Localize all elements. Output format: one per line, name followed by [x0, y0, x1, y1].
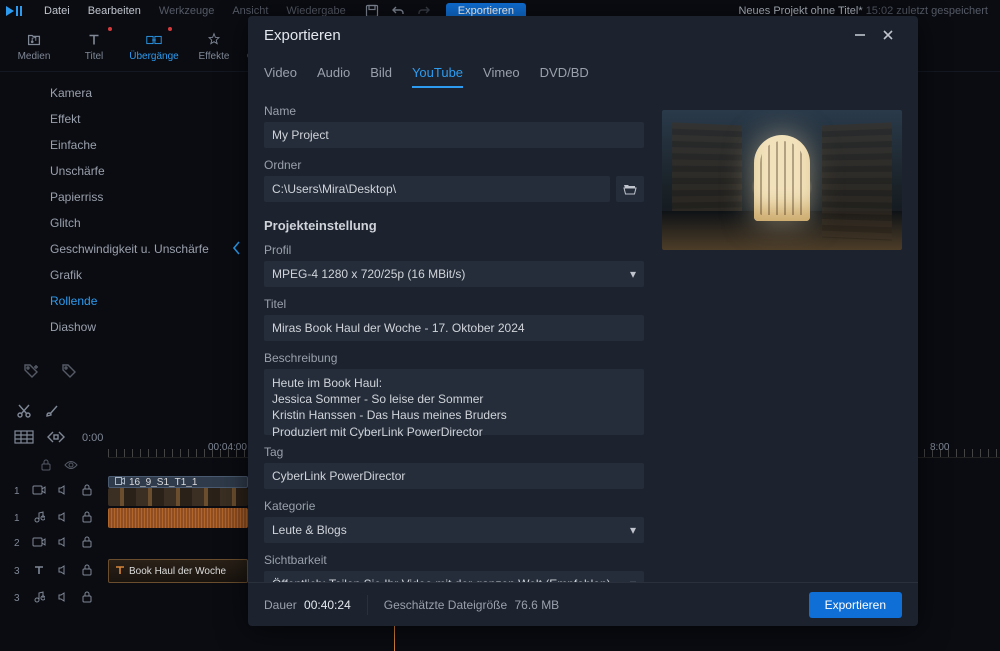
title-input[interactable]: Miras Book Haul der Woche - 17. Oktober …: [264, 315, 644, 341]
category-select[interactable]: Leute & Blogs ▾: [264, 517, 644, 543]
export-button[interactable]: Exportieren: [809, 592, 902, 618]
chevron-down-icon: ▾: [630, 267, 636, 281]
folder-input[interactable]: C:\Users\Mira\Desktop\: [264, 176, 610, 202]
tab-audio[interactable]: Audio: [317, 65, 350, 88]
category-label: Kategorie: [264, 499, 644, 513]
modal-overlay: Exportieren Video Audio Bild YouTube Vim…: [0, 0, 1000, 651]
profile-select[interactable]: MPEG-4 1280 x 720/25p (16 MBit/s) ▾: [264, 261, 644, 287]
folder-open-icon: [622, 182, 638, 196]
tag-input[interactable]: CyberLink PowerDirector: [264, 463, 644, 489]
tab-bild[interactable]: Bild: [370, 65, 392, 88]
folder-label: Ordner: [264, 158, 644, 172]
visibility-select[interactable]: Öffentlich: Teilen Sie Ihr Video mit der…: [264, 571, 644, 582]
browse-folder-button[interactable]: [616, 176, 644, 202]
export-dialog: Exportieren Video Audio Bild YouTube Vim…: [248, 16, 918, 626]
tab-dvdbd[interactable]: DVD/BD: [540, 65, 589, 88]
dialog-title: Exportieren: [264, 27, 846, 44]
duration-label: Dauer: [264, 598, 297, 612]
profile-label: Profil: [264, 243, 644, 257]
close-button[interactable]: [874, 21, 902, 49]
tab-youtube[interactable]: YouTube: [412, 65, 463, 88]
description-label: Beschreibung: [264, 351, 644, 365]
video-preview-thumbnail: [662, 110, 902, 250]
chevron-down-icon: ▾: [630, 523, 636, 537]
filesize-label: Geschätzte Dateigröße: [384, 598, 507, 612]
duration-value: 00:40:24: [304, 598, 351, 612]
tag-label: Tag: [264, 445, 644, 459]
export-tabs: Video Audio Bild YouTube Vimeo DVD/BD: [248, 60, 918, 92]
filesize-value: 76.6 MB: [515, 598, 560, 612]
dialog-footer: Dauer 00:40:24 Geschätzte Dateigröße 76.…: [248, 582, 918, 626]
tab-video[interactable]: Video: [264, 65, 297, 88]
name-label: Name: [264, 104, 644, 118]
minimize-button[interactable]: [846, 21, 874, 49]
visibility-label: Sichtbarkeit: [264, 553, 644, 567]
section-project-settings: Projekteinstellung: [264, 218, 644, 233]
description-textarea[interactable]: Heute im Book Haul: Jessica Sommer - So …: [264, 369, 644, 435]
title-label: Titel: [264, 297, 644, 311]
name-input[interactable]: My Project: [264, 122, 644, 148]
tab-vimeo[interactable]: Vimeo: [483, 65, 520, 88]
